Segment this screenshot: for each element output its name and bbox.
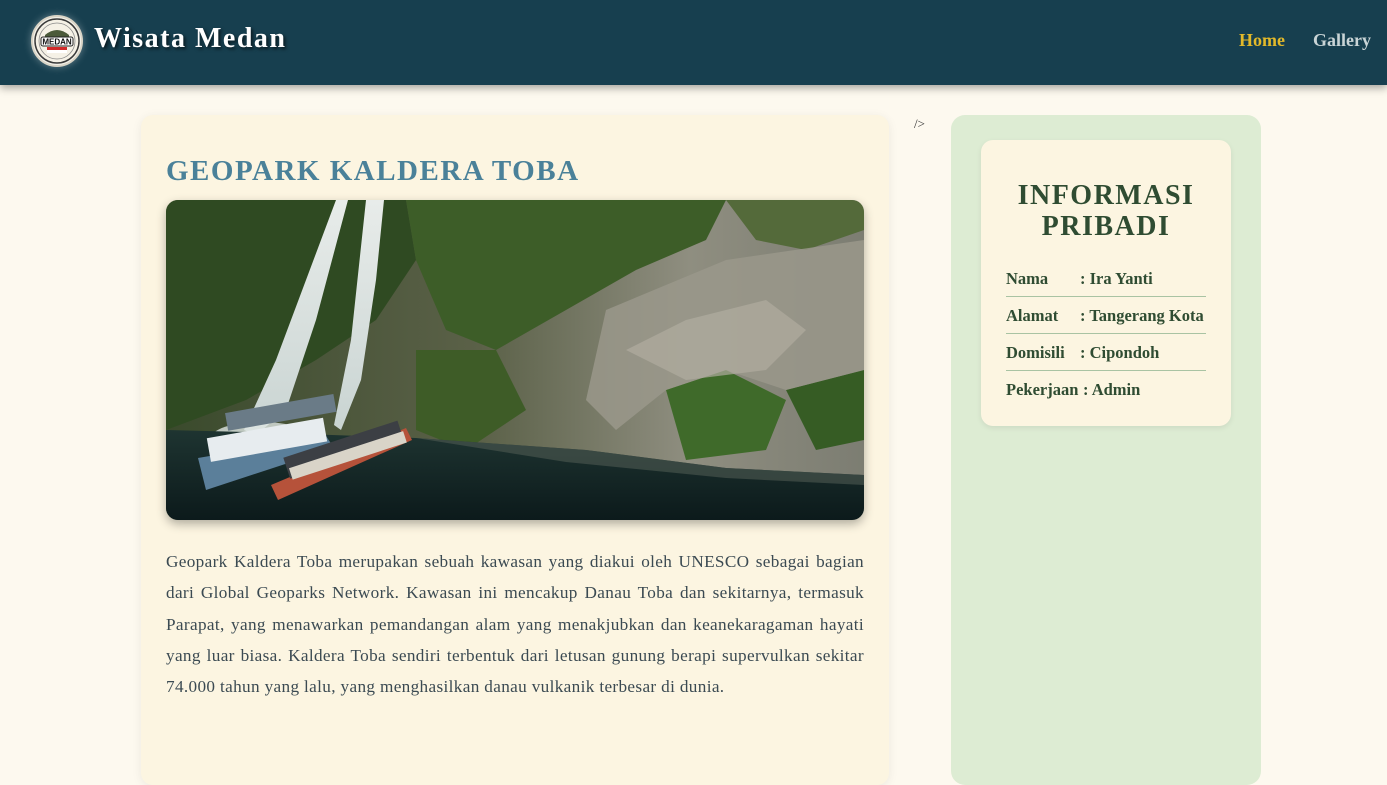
site-title[interactable]: Wisata Medan xyxy=(94,23,287,55)
info-value: : Ira Yanti xyxy=(1080,269,1153,288)
nav-home-link[interactable]: Home xyxy=(1239,30,1285,51)
info-value: : Tangerang Kota xyxy=(1080,306,1204,325)
medan-logo-icon: MEDAN xyxy=(34,18,80,64)
info-key: Nama xyxy=(1006,269,1049,288)
info-row-domisili: Domisili : Cipondoh xyxy=(1006,334,1206,371)
info-row-nama: Nama : Ira Yanti xyxy=(1006,260,1206,297)
info-row-alamat: Alamat : Tangerang Kota xyxy=(1006,297,1206,334)
info-value: : Admin xyxy=(1083,380,1141,399)
logo-text: MEDAN xyxy=(42,38,72,47)
info-key: Domisili xyxy=(1006,343,1065,362)
article-card: GEOPARK KALDERA TOBA Geopark Kaldera Tob… xyxy=(141,115,889,785)
personal-info-card: INFORMASI PRIBADI Nama : Ira Yanti Alamat… xyxy=(981,140,1231,426)
top-navbar: MEDAN Wisata Medan Home Gallery xyxy=(0,0,1387,85)
medan-logo[interactable]: MEDAN xyxy=(31,15,83,67)
info-title: INFORMASI PRIBADI xyxy=(1017,180,1195,242)
info-value: : Cipondoh xyxy=(1080,343,1160,362)
article-photo xyxy=(166,200,864,520)
sidebar: INFORMASI PRIBADI Nama : Ira Yanti Alamat… xyxy=(951,115,1261,785)
waterfall-photo-image xyxy=(166,200,864,520)
info-key: Pekerjaan xyxy=(1006,380,1079,399)
article-body: Geopark Kaldera Toba merupakan sebuah ka… xyxy=(166,552,864,697)
info-key: Alamat xyxy=(1006,306,1059,325)
info-row-pekerjaan: Pekerjaan : Admin xyxy=(1006,371,1206,408)
stray-text: /> xyxy=(914,116,925,131)
nav-gallery-link[interactable]: Gallery xyxy=(1313,30,1371,51)
article-title: GEOPARK KALDERA TOBA xyxy=(166,155,580,187)
